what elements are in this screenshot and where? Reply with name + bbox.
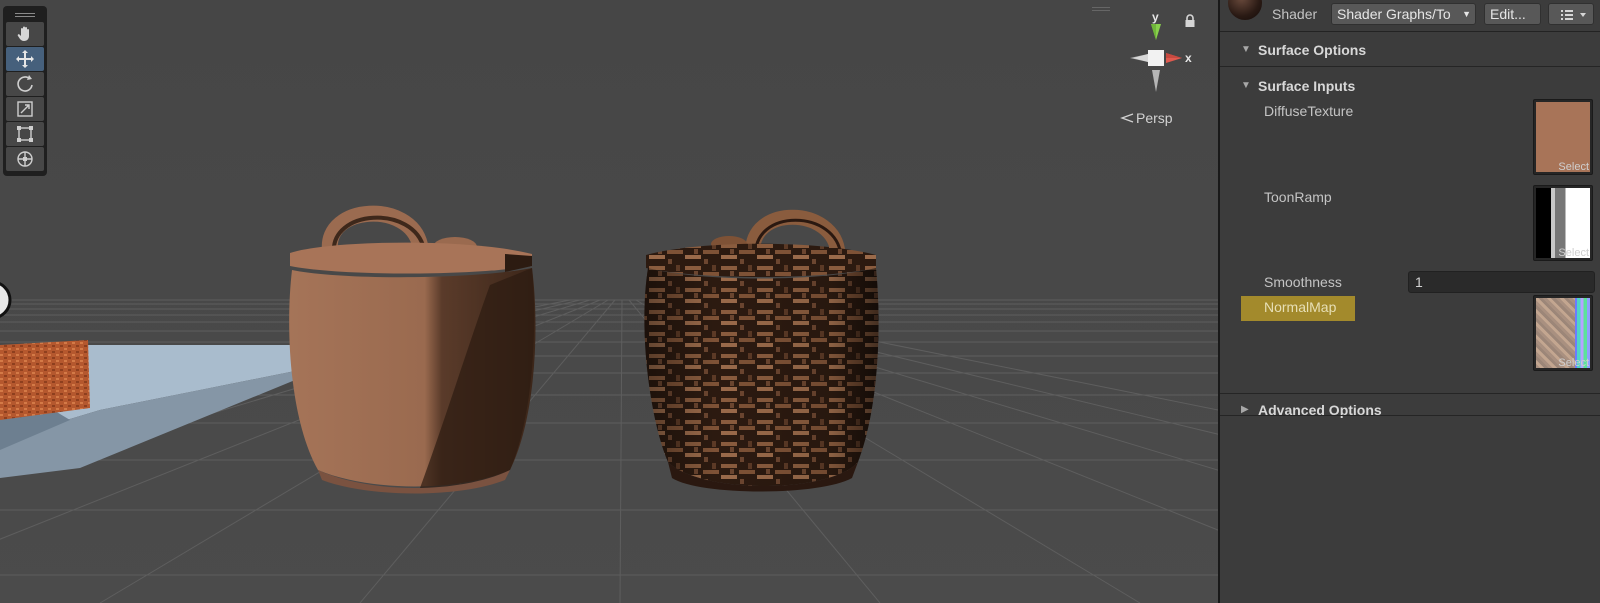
hand-icon	[17, 26, 29, 41]
material-preview-icon	[1228, 0, 1262, 20]
scene-viewport[interactable]	[0, 0, 1218, 603]
gizmo-y-label: y	[1152, 10, 1159, 24]
palette-grip[interactable]	[6, 8, 44, 22]
toon-ramp-label: ToonRamp	[1264, 189, 1332, 205]
section-divider	[1220, 393, 1600, 394]
select-texture-button[interactable]: Select	[1558, 357, 1589, 369]
move-icon	[16, 50, 34, 68]
projection-toggle[interactable]: Persp	[1120, 110, 1173, 126]
rect-tool-button[interactable]	[6, 122, 44, 146]
shader-dropdown-value: Shader Graphs/To	[1337, 6, 1451, 22]
gizmo-x-label: x	[1185, 51, 1192, 65]
section-divider	[1220, 66, 1600, 67]
rect-transform-icon	[17, 126, 33, 142]
transform-tool-button[interactable]	[6, 147, 44, 171]
surface-options-header[interactable]: ▼ Surface Options	[1220, 35, 1600, 65]
transform-icon	[17, 151, 33, 167]
normal-map-label: NormalMap	[1264, 299, 1337, 315]
shader-label: Shader	[1272, 6, 1318, 22]
normal-map-texture-slot[interactable]: Select	[1533, 295, 1593, 371]
dropdown-arrow-icon: ▼	[1462, 9, 1471, 19]
shader-row: Shader Shader Graphs/To ▼ Edit...	[1220, 0, 1600, 32]
rotate-tool-button[interactable]	[6, 72, 44, 96]
perspective-icon	[1120, 113, 1134, 123]
surface-inputs-header[interactable]: ▼ Surface Inputs	[1220, 71, 1600, 101]
smoothness-field[interactable]: 1	[1408, 271, 1595, 293]
edit-shader-button[interactable]: Edit...	[1484, 3, 1541, 25]
move-tool-button[interactable]	[6, 47, 44, 71]
unity-editor: y x Persp Shader Shader Graphs/To ▼ Edit…	[0, 0, 1600, 603]
material-inspector: Shader Shader Graphs/To ▼ Edit... ▼ Surf…	[1220, 0, 1600, 603]
surface-inputs-title: Surface Inputs	[1258, 78, 1356, 94]
surface-options-title: Surface Options	[1258, 42, 1367, 58]
list-menu-icon	[1561, 10, 1586, 20]
diffuse-texture-slot[interactable]: Select	[1533, 99, 1593, 175]
gizmo-center-cube	[1148, 50, 1164, 66]
projection-label: Persp	[1136, 110, 1173, 126]
context-menu-button[interactable]	[1548, 3, 1594, 25]
expanded-triangle-icon: ▼	[1241, 80, 1251, 91]
section-divider	[1220, 415, 1600, 416]
diffuse-texture-label: DiffuseTexture	[1264, 103, 1354, 119]
smoothness-label: Smoothness	[1264, 274, 1342, 290]
scene-view[interactable]: y x Persp	[0, 0, 1218, 603]
select-texture-button[interactable]: Select	[1558, 247, 1589, 259]
toon-ramp-texture-slot[interactable]: Select	[1533, 185, 1593, 261]
scale-tool-button[interactable]	[6, 97, 44, 121]
lock-icon[interactable]	[1184, 14, 1196, 28]
hand-tool-button[interactable]	[6, 22, 44, 46]
wicker-basket	[644, 209, 879, 492]
brick-box	[0, 340, 90, 420]
gizmo-neg-y-cone	[1152, 70, 1160, 92]
shader-dropdown[interactable]: Shader Graphs/To ▼	[1331, 3, 1476, 25]
expanded-triangle-icon: ▼	[1241, 44, 1251, 55]
scale-icon	[17, 101, 33, 117]
advanced-options-header[interactable]: ▶ Advanced Options	[1220, 395, 1600, 425]
clay-pot	[289, 205, 536, 494]
collapsed-triangle-icon: ▶	[1241, 404, 1249, 415]
rotate-icon	[17, 75, 33, 92]
select-texture-button[interactable]: Select	[1558, 161, 1589, 173]
tool-palette	[3, 6, 47, 176]
